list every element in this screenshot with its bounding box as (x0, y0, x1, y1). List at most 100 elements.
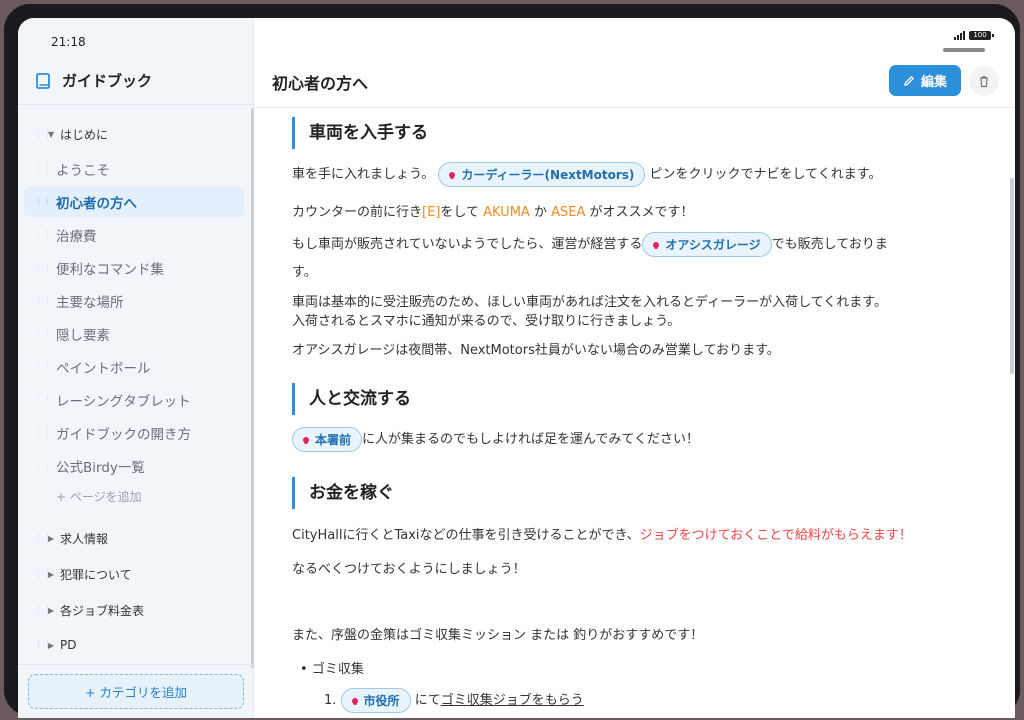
section-job-prices[interactable]: ⋮⋮ ▶ 各ジョブ料金表 (34, 602, 144, 619)
drag-handle-icon[interactable]: ⋮⋮ (30, 197, 56, 207)
drag-handle-icon[interactable]: ⋮⋮ (34, 640, 52, 650)
drag-handle-icon[interactable]: ⋮⋮ (30, 164, 56, 174)
drag-handle-icon[interactable]: ⋮⋮ (30, 395, 56, 405)
pencil-icon (904, 75, 915, 86)
map-pin-chip-police[interactable]: 本署前 (292, 427, 363, 452)
sidebar-item-label: 主要な場所 (56, 295, 124, 311)
drag-handle-icon[interactable]: ⋮⋮ (30, 362, 56, 372)
status-time: 21:18 (51, 35, 86, 49)
text: 車を手に入れましょう。 (292, 167, 435, 182)
paragraph-social: 本署前 に人が集まるのでもしよければ足を運んでみてください！ (292, 427, 699, 452)
edit-button[interactable]: 編集 (889, 65, 961, 96)
sidebar-divider (18, 104, 253, 105)
sidebar-item-places[interactable]: ⋮⋮ 主要な場所 (24, 286, 244, 316)
drag-handle-icon[interactable]: ⋮⋮ (30, 428, 56, 438)
caret-right-icon: ▶ (48, 606, 55, 615)
trash-icon (980, 75, 988, 87)
paragraph-counter: カウンターの前に行き[E]をして AKUMA か ASEA がオススメです！ (292, 201, 694, 220)
sidebar-item-commands[interactable]: ⋮⋮ 便利なコマンド集 (24, 253, 244, 283)
bullet-dot: • (300, 662, 308, 677)
sidebar: 21:18 ガイドブック ⋮⋮ ▼ はじめに ⋮⋮ ようこそ ⋮⋮ 初心者の方へ ⋮… (18, 18, 254, 718)
drag-handle-icon[interactable]: ⋮⋮ (34, 534, 52, 544)
drag-handle-icon[interactable]: ⋮⋮ (30, 329, 56, 339)
text: カウンターの前に行き (292, 205, 423, 220)
book-icon (36, 72, 50, 89)
sidebar-item-medical[interactable]: ⋮⋮ 治療費 (24, 220, 244, 250)
garbage-job-link[interactable]: ゴミ収集ジョブをもらう (441, 693, 584, 708)
key-hint: [E] (422, 205, 441, 220)
map-pin-chip-oasis[interactable]: オアシスガレージ (642, 232, 772, 257)
text: に人が集まるのでもしよければ足を運んでみてください！ (362, 432, 699, 447)
sidebar-item-hidden[interactable]: ⋮⋮ 隠し要素 (24, 319, 244, 349)
sidebar-item-beginner[interactable]: ⋮⋮ 初心者の方へ (24, 187, 244, 217)
add-category-button[interactable]: + カテゴリを追加 (28, 674, 244, 709)
paragraph-oasis-cont: す。 (292, 265, 317, 280)
page-title: 初心者の方へ (272, 74, 369, 93)
paragraph-keep-job: なるべくつけておくようにしましょう！ (292, 562, 526, 577)
section-label: PD (60, 638, 77, 652)
sidebar-item-paintball[interactable]: ⋮⋮ ペイントボール (24, 352, 244, 382)
section-pd[interactable]: ⋮⋮ ▶ PD (34, 638, 76, 652)
text: ピンをクリックでナビをしてくれます。 (649, 167, 882, 182)
text: CityHallに行くとTaxiなどの仕事を引き受けることができ、 (292, 528, 640, 543)
text: もし車両が販売されていないようでしたら、運営が経営する (292, 237, 643, 252)
section-crime[interactable]: ⋮⋮ ▶ 犯罪について (34, 566, 132, 583)
map-pin-chip-dealer[interactable]: カーディーラー(NextMotors) (438, 162, 646, 187)
drag-handle-icon[interactable]: ⋮⋮ (30, 263, 56, 273)
bullet-item-garbage: • ゴミ収集 (300, 658, 364, 677)
sidebar-footer-divider (18, 664, 253, 665)
sidebar-item-label: 初心者の方へ (56, 196, 137, 212)
content-scrollbar[interactable] (1010, 178, 1014, 374)
section-hajimeni[interactable]: ⋮⋮ ▼ はじめに (34, 126, 108, 143)
chip-label: オアシスガレージ (665, 238, 761, 252)
drag-handle-icon[interactable]: ⋮⋮ (30, 296, 56, 306)
sidebar-item-label: ペイントボール (56, 361, 151, 377)
battery-icon: 100 (969, 30, 994, 40)
sidebar-item-guide-open[interactable]: ⋮⋮ ガイドブックの開き方 (24, 418, 244, 448)
drag-handle-icon[interactable]: ⋮⋮ (30, 230, 56, 240)
caret-right-icon: ▶ (48, 640, 55, 650)
device-frame: 21:18 ガイドブック ⋮⋮ ▼ はじめに ⋮⋮ ようこそ ⋮⋮ 初心者の方へ ⋮… (4, 4, 1020, 718)
sidebar-item-racing[interactable]: ⋮⋮ レーシングタブレット (24, 385, 244, 415)
sidebar-item-label: 公式Birdy一覧 (56, 460, 145, 476)
sidebar-item-label: ガイドブックの開き方 (56, 427, 191, 443)
sidebar-item-birdy[interactable]: ⋮⋮ 公式Birdy一覧 (24, 451, 244, 481)
sidebar-brand[interactable]: ガイドブック (34, 70, 152, 91)
paragraph-order: 車両は基本的に受注販売のため、ほしい車両があれば注文を入れるとディーラーが入荷し… (292, 295, 888, 310)
section-jobs[interactable]: ⋮⋮ ▶ 求人情報 (34, 530, 108, 547)
text: か (529, 205, 552, 220)
paragraph-early-money: また、序盤の金策はゴミ収集ミッション または 釣りがおすすめです！ (292, 628, 704, 643)
sidebar-item-label: レーシングタブレット (56, 394, 191, 410)
drag-handle-icon[interactable]: ⋮⋮ (34, 606, 52, 616)
text: でも販売しておりま (771, 237, 888, 252)
map-pin-chip-cityhall[interactable]: 市役所 (340, 688, 411, 713)
highlight-asea: ASEA (551, 205, 586, 220)
drag-handle-icon[interactable]: ⋮⋮ (34, 130, 52, 140)
sidebar-item-label: 便利なコマンド集 (56, 262, 164, 278)
section-label: 犯罪について (60, 568, 132, 582)
highlight-salary: ジョブをつけておくことで給料がもらえます！ (639, 528, 912, 543)
drag-handle-icon[interactable]: ⋮⋮ (30, 461, 56, 471)
section-heading-social: 人と交流する (292, 383, 411, 415)
paragraph-order-2: 入荷されるとスマホに通知が来るので、受け取りに行きましょう。 (292, 314, 681, 329)
ordered-item-1: 1. 市役所 にてゴミ収集ジョブをもらう (324, 688, 584, 713)
map-pin-icon (303, 436, 309, 443)
paragraph-cityhall: CityHallに行くとTaxiなどの仕事を引き受けることができ、ジョブをつけて… (292, 524, 912, 543)
sidebar-item-label: 治療費 (56, 229, 97, 245)
main-content: 100 初心者の方へ 編集 車両を入手する 車を手に入れましょう。 カーディーラ… (254, 18, 1015, 718)
add-page-button[interactable]: + ページを追加 (56, 488, 142, 505)
section-heading-vehicle: 車両を入手する (292, 117, 428, 149)
edit-label: 編集 (920, 75, 947, 90)
chip-label: 本署前 (315, 433, 352, 447)
delete-button[interactable] (969, 66, 999, 96)
drag-handle-icon[interactable]: ⋮⋮ (34, 570, 52, 580)
brand-title: ガイドブック (62, 72, 153, 90)
section-heading-money: お金を稼ぐ (292, 477, 394, 509)
chip-label: カーディーラー(NextMotors) (461, 168, 635, 182)
sidebar-item-youkoso[interactable]: ⋮⋮ ようこそ (24, 154, 244, 184)
paragraph-oasis-hours: オアシスガレージは夜間帯、NextMotors社員がいない場合のみ営業しておりま… (292, 343, 780, 358)
home-indicator[interactable] (943, 48, 985, 52)
caret-right-icon: ▶ (48, 570, 55, 579)
map-pin-icon (351, 697, 358, 704)
section-label: はじめに (60, 128, 109, 142)
